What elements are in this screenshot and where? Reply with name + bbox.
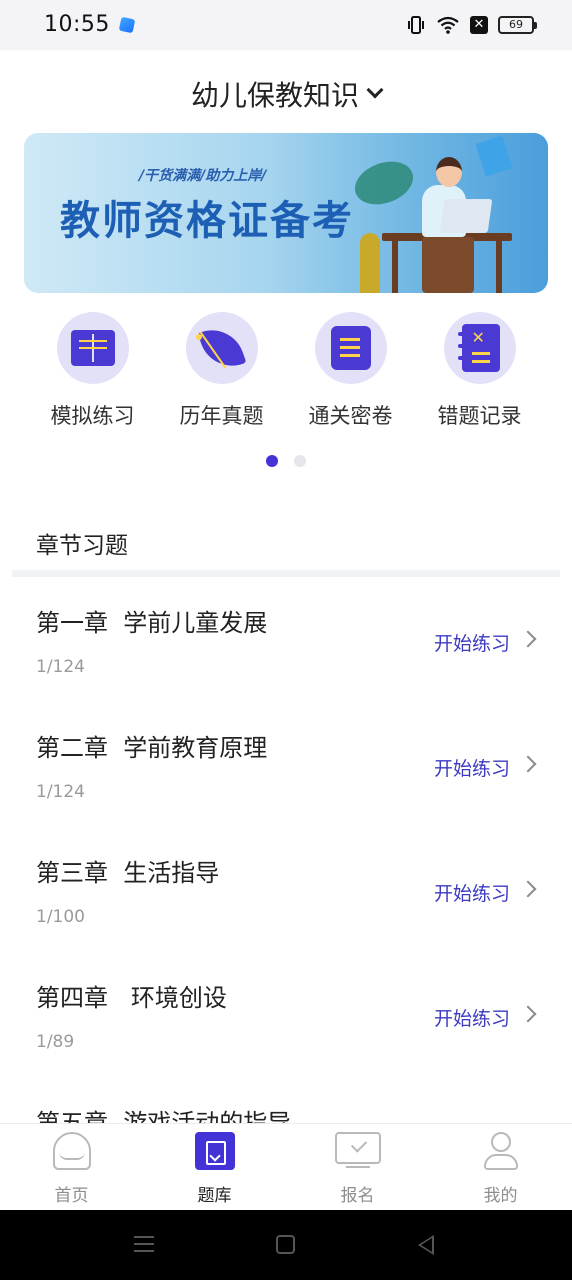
quick-item-secret-papers[interactable]: 通关密卷 (286, 312, 415, 432)
page-dot[interactable] (294, 455, 306, 467)
quick-item-label: 模拟练习 (50, 404, 135, 428)
status-icons: ✕ 69 (406, 14, 537, 36)
section-divider (12, 570, 560, 577)
close-box-icon: ✕ (470, 16, 488, 34)
subject-selector[interactable]: 幼儿保教知识 (0, 62, 572, 126)
profile-icon (491, 1132, 511, 1152)
chapter-progress: 1/124 (36, 782, 85, 802)
page-title: 幼儿保教知识 (190, 79, 359, 112)
section-title: 章节习题 (36, 533, 128, 559)
banner-desk-leg (496, 241, 502, 293)
tab-label: 报名 (340, 1186, 375, 1206)
chapter-progress: 1/89 (36, 1032, 75, 1052)
tab-register[interactable]: 报名 (286, 1124, 429, 1210)
banner-person-legs (422, 237, 474, 293)
quick-item-wrong-answers[interactable]: ✕ 错题记录 (415, 312, 544, 432)
back-icon[interactable] (418, 1235, 434, 1255)
chevron-right-icon[interactable] (519, 630, 537, 648)
quick-item-past-exams[interactable]: 历年真题 (157, 312, 286, 432)
banner-person-head (436, 157, 462, 187)
book-icon (56, 312, 129, 384)
register-icon (335, 1132, 381, 1164)
banner-title: 教师资格证备考 (60, 198, 354, 244)
quick-item-label: 通关密卷 (308, 404, 393, 428)
chevron-right-icon[interactable] (519, 880, 537, 898)
chevron-right-icon[interactable] (519, 1005, 537, 1023)
wrong-notes-icon: ✕ (443, 312, 516, 384)
page-dot-active[interactable] (266, 455, 278, 467)
quick-item-mock-practice[interactable]: 模拟练习 (28, 312, 157, 432)
start-practice-button[interactable]: 开始练习 (434, 879, 510, 906)
app-notification-icon (118, 16, 136, 34)
home-icon (53, 1132, 91, 1170)
chapter-name: 第四章 环境创设 (36, 984, 227, 1012)
banner-slogan: /干货满满/助力上岸/ (139, 168, 267, 184)
register-icon-stand (346, 1166, 370, 1168)
tab-question-bank[interactable]: 题库 (143, 1124, 286, 1210)
quick-menu: 模拟练习 历年真题 通关密卷 ✕ 错题记录 (28, 312, 544, 432)
battery-icon: 69 (498, 16, 537, 34)
chapter-progress: 1/100 (36, 907, 85, 927)
chevron-right-icon[interactable] (519, 755, 537, 773)
quick-item-label: 错题记录 (437, 404, 522, 428)
list-item[interactable]: 第五章 游戏活动的指导 (0, 1077, 572, 1123)
start-practice-button[interactable]: 开始练习 (434, 629, 510, 656)
chapter-name: 第三章 生活指导 (36, 859, 220, 887)
chevron-down-icon (366, 81, 384, 99)
list-item[interactable]: 第二章 学前教育原理 1/124 开始练习 (0, 702, 572, 827)
list-item[interactable]: 第三章 生活指导 1/100 开始练习 (0, 827, 572, 952)
tab-label: 首页 (54, 1186, 89, 1206)
system-nav-bar (0, 1210, 572, 1280)
chapter-name: 第一章 学前儿童发展 (36, 609, 268, 637)
chapter-list: 第一章 学前儿童发展 1/124 开始练习 第二章 学前教育原理 1/124 开… (0, 577, 572, 1123)
leaf-icon (185, 312, 258, 384)
start-practice-button[interactable]: 开始练习 (434, 1004, 510, 1031)
status-bar: 10:55 ✕ 69 (0, 0, 572, 50)
tab-label: 我的 (483, 1186, 518, 1206)
banner-plant-decoration (360, 233, 380, 293)
list-item[interactable]: 第四章 环境创设 1/89 开始练习 (0, 952, 572, 1077)
notebook-icon (314, 312, 387, 384)
promo-banner[interactable]: /干货满满/助力上岸/ 教师资格证备考 (24, 133, 548, 293)
vibrate-icon (408, 16, 424, 34)
menu-icon[interactable] (134, 1236, 154, 1252)
tab-home[interactable]: 首页 (0, 1124, 143, 1210)
tab-label: 题库 (197, 1186, 232, 1206)
profile-icon-body (484, 1154, 518, 1170)
home-button-icon[interactable] (276, 1235, 295, 1254)
banner-swirl-decoration (348, 153, 420, 213)
status-time: 10:55 (44, 12, 110, 37)
chapter-name: 第二章 学前教育原理 (36, 734, 268, 762)
list-item[interactable]: 第一章 学前儿童发展 1/124 开始练习 (0, 577, 572, 702)
quick-item-label: 历年真题 (179, 404, 264, 428)
wifi-icon (437, 16, 459, 34)
chapter-progress: 1/124 (36, 657, 85, 677)
start-practice-button[interactable]: 开始练习 (434, 754, 510, 781)
page-indicator (0, 455, 572, 467)
banner-desk-leg (392, 241, 398, 293)
tab-profile[interactable]: 我的 (429, 1124, 572, 1210)
banner-book-decoration (475, 135, 513, 177)
question-bank-icon (195, 1132, 235, 1170)
bottom-tab-bar: 首页 题库 报名 我的 (0, 1123, 572, 1210)
chapter-name: 第五章 游戏活动的指导 (36, 1109, 292, 1123)
banner-laptop (439, 199, 493, 233)
